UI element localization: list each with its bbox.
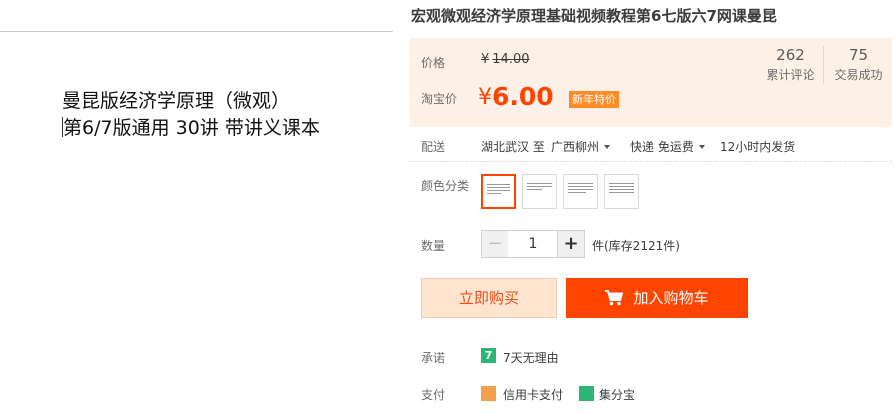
ship-to-text: 广西柳州 <box>551 140 600 154</box>
review-count-value: 262 <box>776 46 805 64</box>
sales-count-value: 75 <box>848 46 869 64</box>
stat-divider <box>823 46 824 84</box>
promo-badge: 新年特价 <box>569 91 619 108</box>
original-price: ¥14.00 <box>481 52 530 67</box>
seven-day-return-icon: 7 <box>481 348 496 363</box>
cover-line-2: 第6/7版通用 30讲 带讲义课本 <box>62 115 320 142</box>
cover-line-1: 曼昆版经济学原理（微观） <box>62 90 291 112</box>
quantity-increase-button[interactable]: + <box>557 230 585 258</box>
shipping-row: 配送 湖北武汉 至 广西柳州 快递 免运费 12小时内发货 <box>410 128 892 162</box>
ship-to-dropdown[interactable]: 广西柳州 <box>551 138 611 155</box>
payment-method-1: 信用卡支付 <box>503 388 564 402</box>
taobao-price-label: 淘宝价 <box>421 92 458 106</box>
price-panel: 价格 ¥14.00 淘宝价 ¥6.00 新年特价 262 累计评论 75 交易成… <box>410 38 892 127</box>
seven-day-return-text[interactable]: 7天无理由 <box>503 349 559 366</box>
payment-row: 支付 信用卡支付 集分宝 <box>410 382 892 413</box>
chevron-down-icon <box>698 145 705 149</box>
dispatch-time: 12小时内发货 <box>720 140 796 154</box>
current-currency: ¥ <box>478 85 492 110</box>
shipping-label: 配送 <box>421 140 446 154</box>
color-option-2[interactable] <box>522 174 557 209</box>
cart-icon <box>605 290 624 306</box>
original-price-value: 14.00 <box>492 52 530 67</box>
original-currency: ¥ <box>481 52 490 67</box>
product-image-panel: 曼昆版经济学原理（微观） 第6/7版通用 30讲 带讲义课本 <box>0 0 393 413</box>
chevron-down-icon <box>604 145 611 149</box>
color-option-1[interactable] <box>481 174 516 209</box>
credit-card-icon <box>481 386 496 401</box>
product-title: 宏观微观经济学原理基础视频教程第6七版六7网课曼昆 <box>411 7 777 25</box>
payment-label: 支付 <box>421 388 446 402</box>
review-count[interactable]: 262 累计评论 <box>763 46 818 83</box>
promise-label: 承诺 <box>421 351 446 365</box>
quantity-decrease-button[interactable]: − <box>481 230 509 258</box>
buy-now-button[interactable]: 立即购买 <box>421 278 557 318</box>
add-to-cart-button[interactable]: 加入购物车 <box>566 278 748 318</box>
color-option-label: 颜色分类 <box>421 179 470 193</box>
current-price-value: 6.00 <box>492 82 554 111</box>
color-option-4[interactable] <box>604 174 639 209</box>
review-count-label: 累计评论 <box>766 68 815 82</box>
divider <box>0 31 393 32</box>
price-label: 价格 <box>421 56 446 70</box>
add-to-cart-label: 加入购物车 <box>633 289 709 307</box>
ship-method-text: 快递 免运费 <box>630 140 694 154</box>
color-option-3[interactable] <box>563 174 598 209</box>
product-cover-text: 曼昆版经济学原理（微观） 第6/7版通用 30讲 带讲义课本 <box>62 88 320 142</box>
quantity-label: 数量 <box>421 239 446 253</box>
taobao-price: ¥6.00 <box>478 82 554 111</box>
stock-info: 件(库存2121件) <box>592 239 680 253</box>
payment-method-2: 集分宝 <box>599 388 636 402</box>
jifenbao-icon <box>579 386 594 401</box>
cover-line-2-text: 第6/7版通用 30讲 带讲义课本 <box>63 117 320 139</box>
ship-from: 湖北武汉 至 <box>481 140 545 154</box>
sales-count-label: 交易成功 <box>834 68 883 82</box>
ship-method-dropdown[interactable]: 快递 免运费 <box>630 138 705 155</box>
sales-count: 75 交易成功 <box>831 46 886 83</box>
quantity-input[interactable]: 1 <box>508 230 558 258</box>
